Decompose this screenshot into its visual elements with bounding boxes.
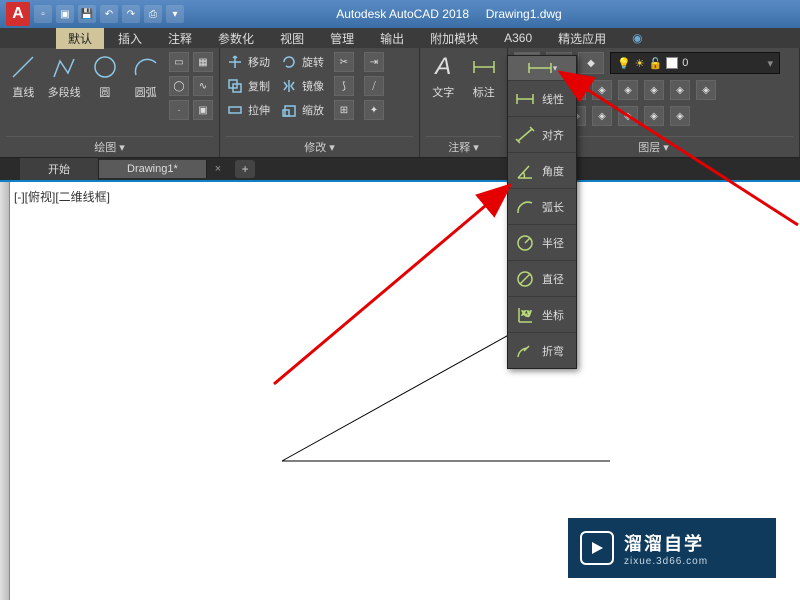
array-icon[interactable]: ⊞ <box>334 100 354 120</box>
explode-icon[interactable]: ✦ <box>364 100 384 120</box>
arc-button[interactable]: 圆弧 <box>128 52 163 100</box>
qat-undo-icon[interactable]: ↶ <box>100 5 118 23</box>
tab-featured[interactable]: 精选应用 <box>546 28 618 49</box>
layer-btn-13[interactable]: ◈ <box>618 106 638 126</box>
move-button[interactable]: 移动 <box>226 52 270 72</box>
new-tab-icon[interactable]: + <box>235 160 255 178</box>
tab-view[interactable]: 视图 <box>268 28 316 49</box>
tab-annotate[interactable]: 注释 <box>156 28 204 49</box>
fillet-icon[interactable]: ⟆ <box>334 76 354 96</box>
dim-linear[interactable]: 线性 <box>508 80 576 116</box>
layer-btn-7[interactable]: ◈ <box>670 80 690 100</box>
title-bar: A ▫ ▣ 💾 ↶ ↷ ⎙ ▾ Autodesk AutoCAD 2018 Dr… <box>0 0 800 28</box>
close-tab-icon[interactable]: × <box>207 163 229 175</box>
panel-annotate: A 文字 标注 注释 ▾ <box>420 48 508 157</box>
layer-btn-4[interactable]: ◈ <box>592 80 612 100</box>
color-swatch <box>666 57 678 69</box>
tab-drawing1[interactable]: Drawing1* <box>99 160 207 178</box>
watermark-title: 溜溜自学 <box>624 530 708 556</box>
dimension-button[interactable]: 标注 <box>467 52 502 100</box>
dim-radius[interactable]: 半径 <box>508 224 576 260</box>
dim-aligned[interactable]: 对齐 <box>508 116 576 152</box>
layer-btn-14[interactable]: ◈ <box>644 106 664 126</box>
lock-icon: 🔓 <box>649 57 663 70</box>
dimension-flyout: ▾ 线性 对齐 角度 弧长 半径 直径 x,y 坐标 折弯 <box>507 55 577 369</box>
panel-draw: 直线 多段线 圆 圆弧 ▭ ▦ ◯ ∿ <box>0 48 220 157</box>
polyline-button[interactable]: 多段线 <box>47 52 82 100</box>
panel-title-annotate[interactable]: 注释 ▾ <box>426 136 501 157</box>
bulb-icon: 💡 <box>617 57 631 70</box>
tab-insert[interactable]: 插入 <box>106 28 154 49</box>
layer-dropdown[interactable]: 💡 ☀ 🔓 0 ▾ <box>610 52 780 74</box>
watermark: 溜溜自学 zixue.3d66.com <box>568 518 776 578</box>
layer-state-icon[interactable]: ◆ <box>578 52 604 74</box>
point-icon[interactable]: · <box>169 100 189 120</box>
tab-parametric[interactable]: 参数化 <box>206 28 266 49</box>
chamfer-icon[interactable]: ⧸ <box>364 76 384 96</box>
tab-a360[interactable]: A360 <box>492 29 544 47</box>
tab-start[interactable]: 开始 <box>20 158 99 180</box>
panel-title-modify[interactable]: 修改 ▾ <box>226 136 413 157</box>
ribbon-tabs: 默认 插入 注释 参数化 视图 管理 输出 附加模块 A360 精选应用 ◉ <box>0 28 800 48</box>
text-button[interactable]: A 文字 <box>426 52 461 100</box>
copy-button[interactable]: 复制 <box>226 76 270 96</box>
region-icon[interactable]: ▣ <box>193 100 213 120</box>
app-logo[interactable]: A <box>6 2 30 26</box>
flyout-header[interactable]: ▾ <box>508 56 576 80</box>
tab-output[interactable]: 输出 <box>368 28 416 49</box>
layer-name: 0 <box>682 57 688 69</box>
qat-print-icon[interactable]: ⎙ <box>144 5 162 23</box>
panel-title-draw[interactable]: 绘图 ▾ <box>6 136 213 157</box>
svg-text:x,y: x,y <box>522 310 531 317</box>
layer-btn-8[interactable]: ◈ <box>696 80 716 100</box>
line-button[interactable]: 直线 <box>6 52 41 100</box>
qat-redo-icon[interactable]: ↷ <box>122 5 140 23</box>
qat-more-icon[interactable]: ▾ <box>166 5 184 23</box>
sun-icon: ☀ <box>635 57 645 70</box>
layer-btn-5[interactable]: ◈ <box>618 80 638 100</box>
layer-btn-15[interactable]: ◈ <box>670 106 690 126</box>
layer-btn-6[interactable]: ◈ <box>644 80 664 100</box>
tab-manage[interactable]: 管理 <box>318 28 366 49</box>
layer-btn-12[interactable]: ◈ <box>592 106 612 126</box>
stretch-button[interactable]: 拉伸 <box>226 100 270 120</box>
quick-access-toolbar: A ▫ ▣ 💾 ↶ ↷ ⎙ ▾ <box>6 2 184 26</box>
watermark-url: zixue.3d66.com <box>624 556 708 567</box>
dim-ordinate[interactable]: x,y 坐标 <box>508 296 576 332</box>
dim-arc[interactable]: 弧长 <box>508 188 576 224</box>
ellipse-icon[interactable]: ◯ <box>169 76 189 96</box>
dim-jogged[interactable]: 折弯 <box>508 332 576 368</box>
dim-diameter[interactable]: 直径 <box>508 260 576 296</box>
mirror-button[interactable]: 镜像 <box>280 76 324 96</box>
panel-modify: 移动 旋转 ✂ ⇥ 复制 镜像 ⟆ ⧸ 拉伸 缩放 ⊞ ✦ 修改 ▾ <box>220 48 420 157</box>
rotate-button[interactable]: 旋转 <box>280 52 324 72</box>
spline-icon[interactable]: ∿ <box>193 76 213 96</box>
file-tabs: 开始 Drawing1* × + <box>0 158 800 182</box>
trim-icon[interactable]: ✂ <box>334 52 354 72</box>
hatch-icon[interactable]: ▦ <box>193 52 213 72</box>
ribbon: 直线 多段线 圆 圆弧 ▭ ▦ ◯ ∿ <box>0 48 800 158</box>
window-title: Autodesk AutoCAD 2018 Drawing1.dwg <box>184 7 714 21</box>
dim-angular[interactable]: 角度 <box>508 152 576 188</box>
scale-button[interactable]: 缩放 <box>280 100 324 120</box>
extend-icon[interactable]: ⇥ <box>364 52 384 72</box>
tab-help-icon[interactable]: ◉ <box>620 29 654 47</box>
play-icon <box>580 531 614 565</box>
tab-default[interactable]: 默认 <box>56 28 104 49</box>
qat-new-icon[interactable]: ▫ <box>34 5 52 23</box>
qat-open-icon[interactable]: ▣ <box>56 5 74 23</box>
rect-icon[interactable]: ▭ <box>169 52 189 72</box>
circle-button[interactable]: 圆 <box>88 52 123 100</box>
qat-save-icon[interactable]: 💾 <box>78 5 96 23</box>
tab-addins[interactable]: 附加模块 <box>418 28 490 49</box>
